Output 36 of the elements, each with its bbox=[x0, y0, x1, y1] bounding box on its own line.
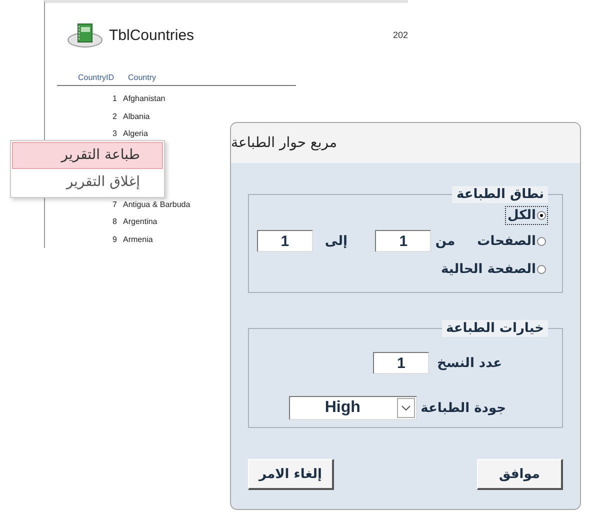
column-header: Country bbox=[128, 73, 156, 82]
table-cell: Argentina bbox=[123, 217, 158, 226]
radio-button[interactable]: الصفحات bbox=[475, 232, 548, 250]
table-cell-text: 1 bbox=[112, 94, 117, 104]
radio-button[interactable]: الصفحة الحالية bbox=[439, 260, 548, 278]
radio-button[interactable]: الكل bbox=[505, 206, 548, 224]
table-cell: Armenia bbox=[123, 235, 153, 244]
input-field[interactable]: 1 bbox=[256, 230, 313, 252]
group-title: خيارات الطباعة bbox=[442, 320, 548, 337]
menu-item[interactable]: طباعة التقرير bbox=[12, 142, 163, 169]
table-cell-text: 3 bbox=[112, 129, 117, 138]
dialog-button[interactable]: إلغاء الامر bbox=[248, 459, 334, 490]
table-cell: Albania bbox=[123, 112, 150, 121]
report-title: TblCountries bbox=[109, 26, 194, 44]
field-label: من bbox=[435, 234, 456, 248]
table-cell: Afghanistan bbox=[123, 94, 166, 104]
report-date: 202 bbox=[392, 30, 408, 40]
chevron-down-icon bbox=[396, 398, 415, 418]
table-cell-text: 8 bbox=[112, 217, 117, 226]
menu-item[interactable]: إغلاق التقرير bbox=[12, 169, 163, 196]
field-label: إلى bbox=[324, 234, 348, 248]
dropdown[interactable]: High bbox=[288, 396, 417, 420]
group-title: نطاق الطباعة bbox=[452, 186, 548, 203]
input-field[interactable]: 1 bbox=[373, 352, 430, 374]
field-label: عدد النسخ bbox=[437, 356, 502, 370]
input-field[interactable]: 1 bbox=[375, 230, 432, 252]
dialog-title: مربع حوار الطباعة bbox=[231, 135, 337, 151]
table-cell-text: 9 bbox=[112, 235, 117, 244]
column-header: CountryID bbox=[78, 73, 116, 82]
dialog-button[interactable]: موافق bbox=[477, 459, 563, 490]
field-label: جودة الطباعة bbox=[420, 400, 506, 416]
table-cell: Antigua & Barbuda bbox=[123, 200, 190, 209]
table-cell-text: 7 bbox=[112, 200, 117, 209]
table-cell-text: 2 bbox=[112, 112, 117, 121]
table-cell: Algeria bbox=[123, 129, 148, 138]
notebook-icon bbox=[67, 22, 103, 48]
